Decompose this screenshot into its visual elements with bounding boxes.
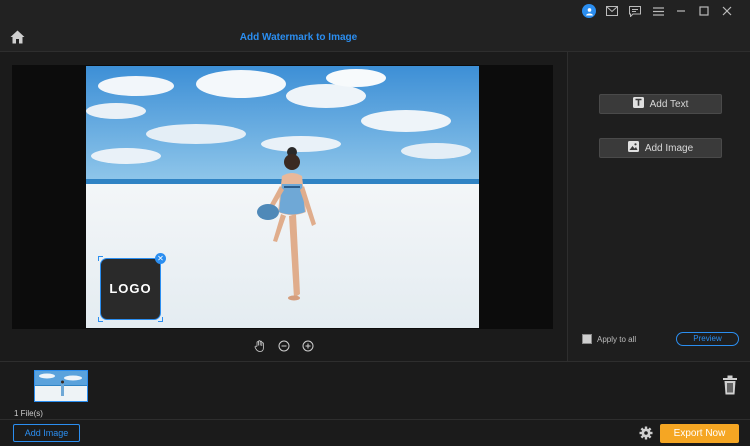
image-canvas[interactable] bbox=[12, 65, 553, 329]
right-panel: Add Text Add Image Apply to all Preview bbox=[567, 52, 750, 361]
maximize-icon[interactable] bbox=[697, 4, 711, 18]
logo-watermark-text: LOGO bbox=[109, 281, 152, 296]
zoom-toolbar bbox=[254, 339, 314, 352]
file-count: 1 File(s) bbox=[14, 409, 43, 418]
apply-to-all-label: Apply to all bbox=[597, 334, 637, 344]
preview-button[interactable]: Preview bbox=[676, 332, 739, 346]
window-controls bbox=[582, 4, 734, 18]
image-icon bbox=[627, 141, 639, 155]
hand-icon[interactable] bbox=[254, 339, 266, 352]
add-text-label: Add Text bbox=[649, 98, 689, 110]
zoom-in-icon[interactable] bbox=[302, 339, 314, 352]
file-strip: 1 File(s) bbox=[0, 361, 750, 419]
app-window: Add Watermark to Image LOGO ✕ Add Text A… bbox=[0, 0, 750, 446]
resize-handle-bottom-right[interactable] bbox=[158, 317, 163, 322]
logo-watermark[interactable]: LOGO ✕ bbox=[98, 253, 166, 322]
chat-icon[interactable] bbox=[628, 4, 642, 18]
resize-handle-bottom-left[interactable] bbox=[98, 317, 103, 322]
header: Add Watermark to Image bbox=[0, 24, 750, 52]
export-now-button[interactable]: Export Now bbox=[660, 424, 739, 443]
zoom-out-icon[interactable] bbox=[278, 339, 290, 352]
user-icon[interactable] bbox=[582, 4, 596, 18]
apply-to-all[interactable]: Apply to all bbox=[582, 334, 636, 344]
add-image-button[interactable]: Add Image bbox=[13, 424, 80, 442]
add-image-watermark-button[interactable]: Add Image bbox=[599, 138, 722, 158]
apply-to-all-checkbox[interactable] bbox=[582, 334, 592, 344]
gear-icon[interactable] bbox=[639, 426, 653, 440]
close-icon[interactable] bbox=[720, 4, 734, 18]
text-icon bbox=[632, 97, 644, 111]
file-thumbnail[interactable] bbox=[34, 370, 88, 402]
add-text-button[interactable]: Add Text bbox=[599, 94, 722, 114]
footer: Add Image Export Now bbox=[0, 419, 750, 446]
title-bar bbox=[0, 0, 750, 24]
resize-handle-top-left[interactable] bbox=[98, 256, 103, 261]
menu-icon[interactable] bbox=[651, 4, 665, 18]
remove-watermark-icon[interactable]: ✕ bbox=[155, 253, 166, 264]
trash-icon[interactable] bbox=[722, 375, 738, 395]
add-image-label: Add Image bbox=[644, 142, 694, 154]
mail-icon[interactable] bbox=[605, 4, 619, 18]
page-title: Add Watermark to Image bbox=[239, 32, 358, 43]
minimize-icon[interactable] bbox=[674, 4, 688, 18]
